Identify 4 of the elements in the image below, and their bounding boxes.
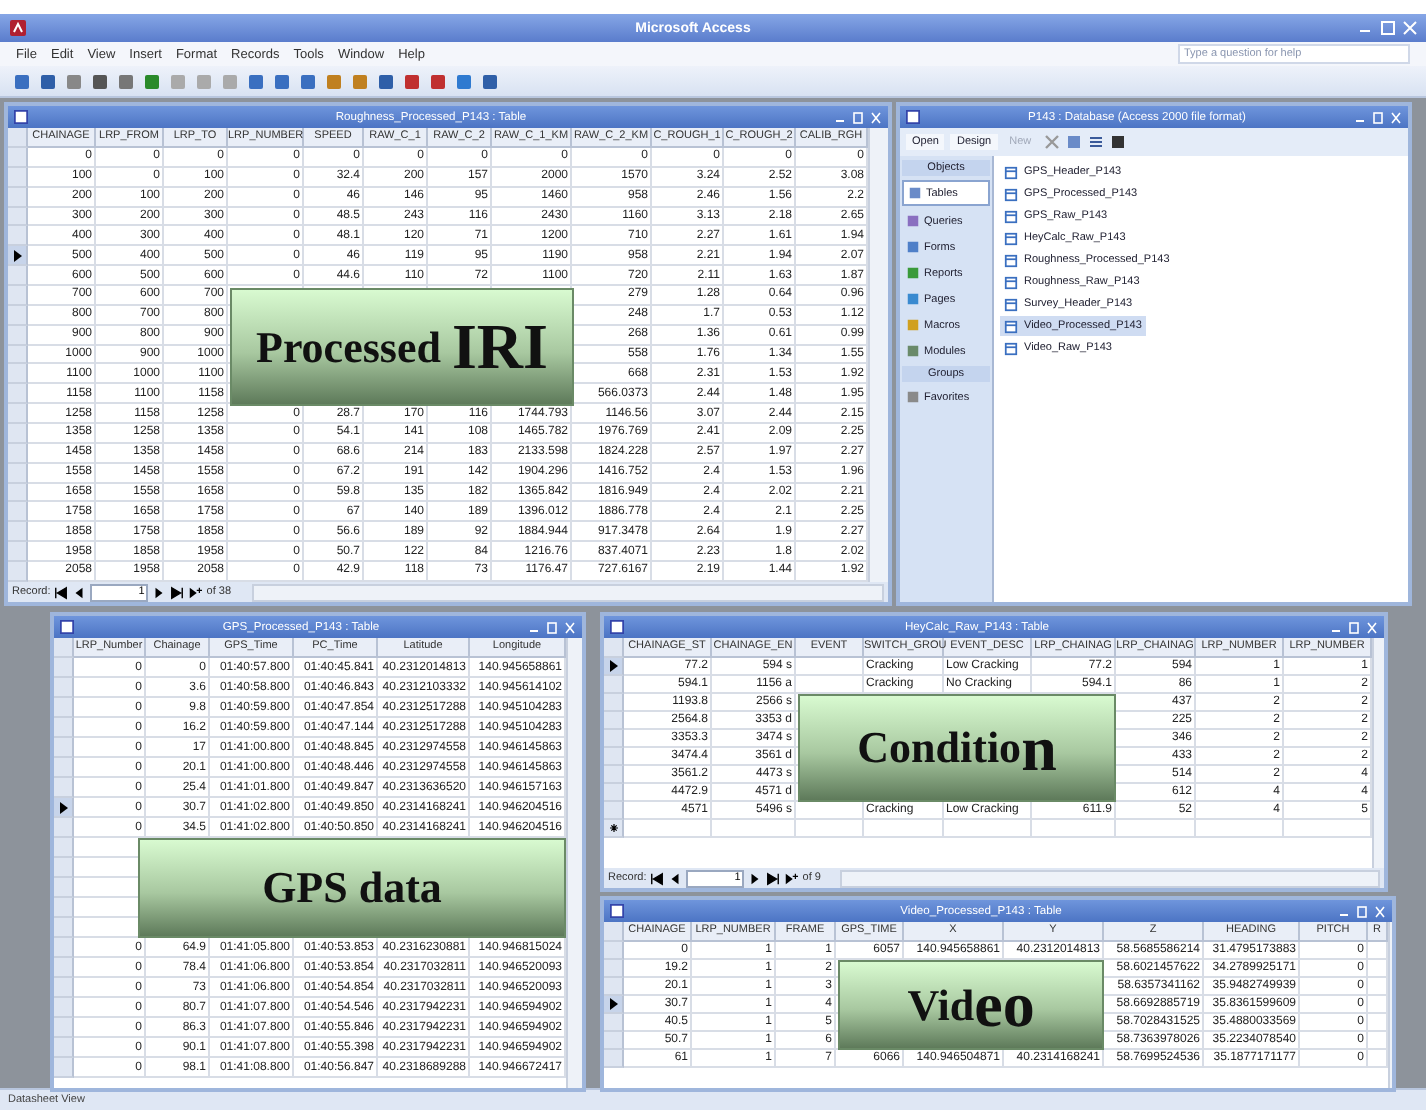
caption-label: Video: [838, 960, 1104, 1050]
caption-label: Processed IRI: [230, 288, 574, 406]
caption-label: GPS data: [138, 838, 566, 938]
caption-label: Condition: [798, 694, 1116, 802]
